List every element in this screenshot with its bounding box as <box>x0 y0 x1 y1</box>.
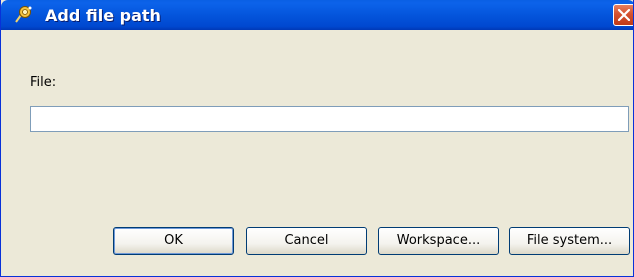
file-label: File: <box>30 75 57 90</box>
file-path-input[interactable] <box>30 106 629 132</box>
dialog-app-icon <box>13 5 35 25</box>
dialog-body: File: OK Cancel Workspace... File system… <box>1 30 633 276</box>
file-system-button[interactable]: File system... <box>509 227 630 255</box>
add-file-path-dialog: Add file path File: OK Cancel Workspace.… <box>0 0 634 277</box>
ok-button[interactable]: OK <box>113 227 234 255</box>
title-bar[interactable]: Add file path <box>1 0 633 30</box>
workspace-button[interactable]: Workspace... <box>378 227 499 255</box>
close-button[interactable] <box>613 4 633 26</box>
dialog-title: Add file path <box>45 6 161 25</box>
cancel-button[interactable]: Cancel <box>246 227 367 255</box>
